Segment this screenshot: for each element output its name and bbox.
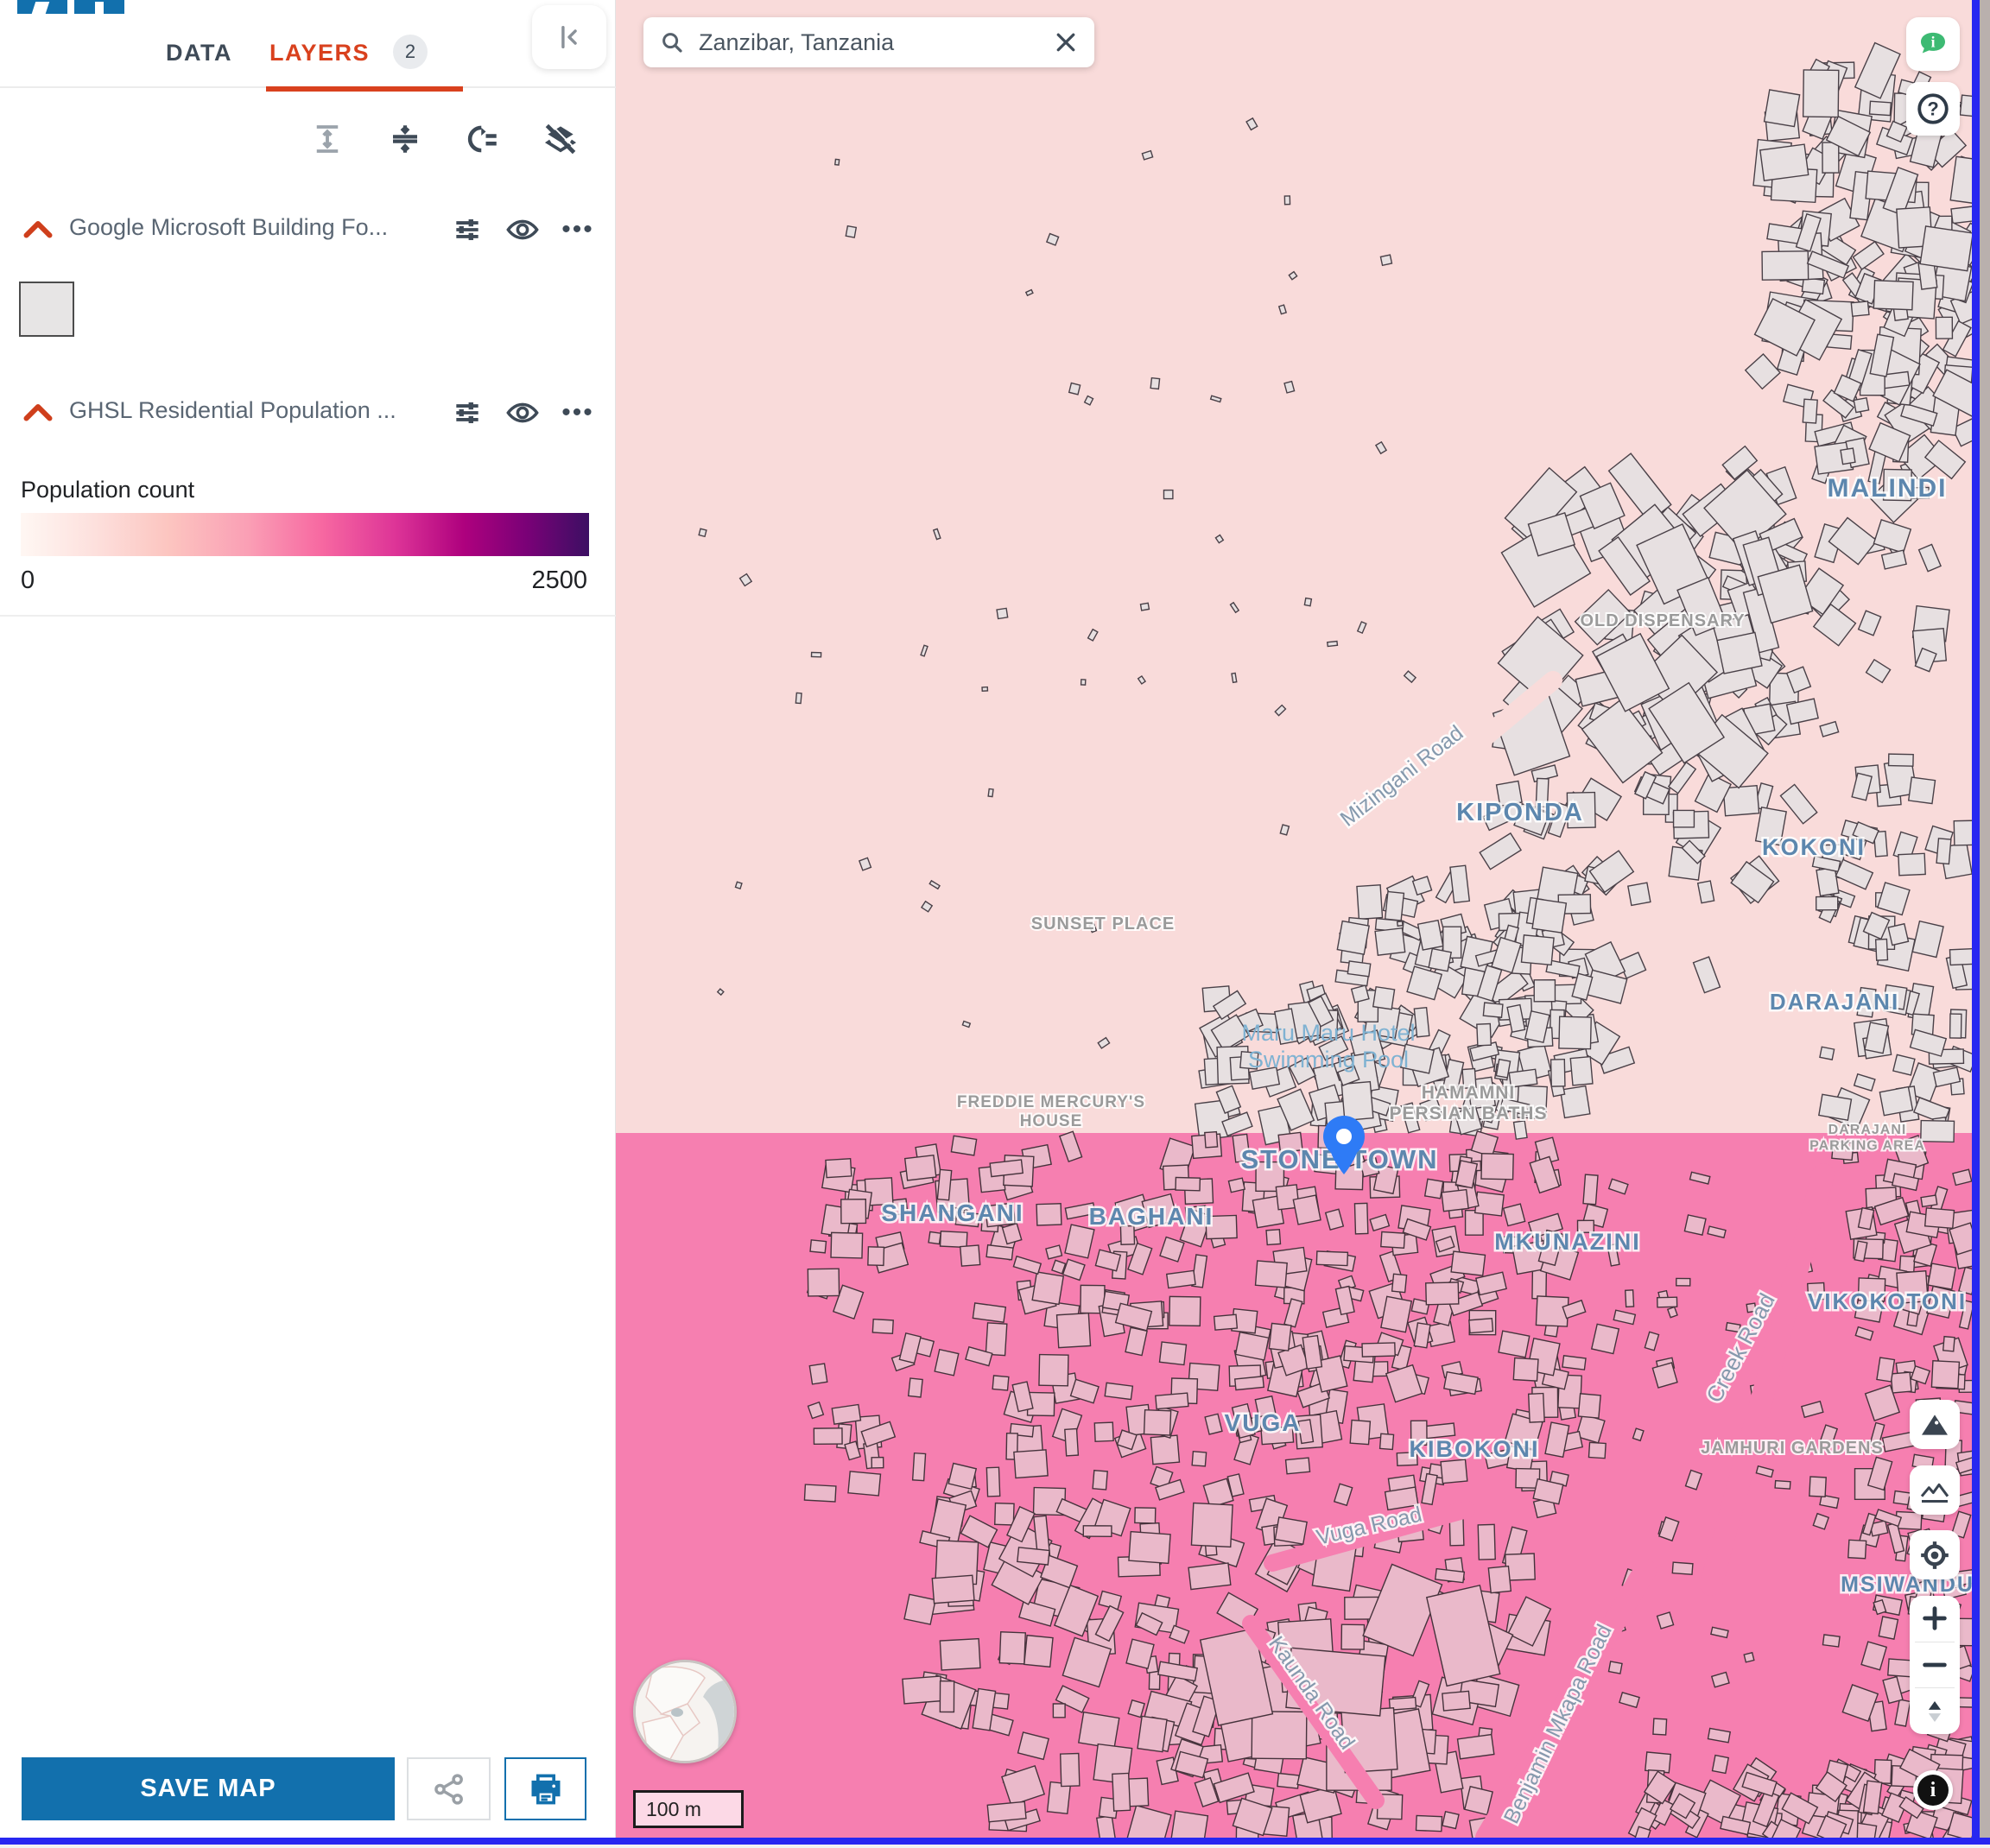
left-panel: DATA LAYERS 2 bbox=[0, 0, 616, 1838]
map-label: SUNSET PLACE bbox=[1031, 915, 1175, 933]
svg-text:i: i bbox=[1931, 34, 1936, 51]
layer-settings-button[interactable] bbox=[448, 394, 486, 432]
pitch-toggle-button[interactable] bbox=[1910, 1688, 1960, 1734]
window-edge-right bbox=[1972, 0, 1980, 1848]
map-search-box bbox=[643, 17, 1094, 67]
map-canvas[interactable]: MALINDIOLD DISPENSARYKIPONDAKOKONIMizing… bbox=[616, 0, 1972, 1838]
map-label: KIBOKONI bbox=[1410, 1436, 1540, 1462]
collapse-panel-button[interactable] bbox=[532, 5, 606, 69]
eye-icon bbox=[504, 395, 541, 431]
collapse-all-legends-button[interactable] bbox=[385, 119, 425, 159]
pitch-arrows-icon bbox=[1920, 1697, 1949, 1726]
svg-text:?: ? bbox=[1927, 98, 1938, 119]
save-map-button[interactable]: SAVE MAP bbox=[22, 1757, 395, 1820]
mountain-filled-icon bbox=[1917, 1408, 1952, 1442]
feedback-chat-button[interactable]: i bbox=[1906, 17, 1960, 71]
clear-search-button[interactable] bbox=[1053, 29, 1079, 55]
reorder-layers-icon bbox=[465, 121, 501, 157]
layer-more-options-button[interactable]: ••• bbox=[559, 394, 597, 432]
reorder-layers-button[interactable] bbox=[463, 119, 503, 159]
window-edge-bottom bbox=[0, 1838, 1990, 1845]
plus-icon bbox=[1920, 1604, 1949, 1633]
ellipsis-icon: ••• bbox=[561, 408, 594, 417]
map-label: KIPONDA bbox=[1456, 799, 1584, 826]
search-icon bbox=[659, 29, 685, 55]
printer-icon bbox=[527, 1770, 565, 1808]
eye-icon bbox=[504, 212, 541, 248]
sliders-icon bbox=[451, 396, 484, 429]
scale-label: 100 m bbox=[646, 1798, 701, 1821]
logo-square-1 bbox=[17, 0, 67, 14]
search-input[interactable] bbox=[697, 28, 1053, 57]
map-label: MALINDI bbox=[1828, 474, 1948, 503]
active-tab-underline bbox=[266, 86, 463, 92]
ellipsis-icon: ••• bbox=[561, 225, 594, 234]
map-label: DARAJANI bbox=[1770, 989, 1899, 1015]
zoom-controls bbox=[1910, 1596, 1960, 1734]
logo-square-2 bbox=[74, 0, 124, 14]
map-label: VUGA bbox=[1225, 1409, 1302, 1436]
layer-more-options-button[interactable]: ••• bbox=[559, 211, 597, 249]
zoom-in-button[interactable] bbox=[1910, 1596, 1960, 1642]
map-label: JAMHURI GARDENS bbox=[1701, 1439, 1884, 1458]
layer-visibility-button[interactable] bbox=[504, 211, 542, 249]
basemap-svg: MALINDIOLD DISPENSARYKIPONDAKOKONIMizing… bbox=[616, 0, 1972, 1838]
panel-tabs: DATA LAYERS 2 bbox=[0, 24, 616, 88]
window-edge-bottom-white bbox=[0, 1845, 1990, 1848]
map-label: MKUNAZINI bbox=[1494, 1229, 1640, 1255]
share-icon bbox=[431, 1771, 467, 1807]
layers-off-icon bbox=[542, 120, 580, 158]
collapse-legend-chevron-icon[interactable] bbox=[22, 399, 54, 425]
app-logo[interactable] bbox=[17, 0, 124, 14]
locate-me-button[interactable] bbox=[1910, 1530, 1960, 1579]
help-button[interactable]: ? bbox=[1906, 82, 1960, 136]
scale-bar: 100 m bbox=[633, 1790, 744, 1828]
map-label: BAGHANI bbox=[1089, 1203, 1214, 1230]
layer-title: GHSL Residential Population ... bbox=[69, 397, 396, 424]
tab-data[interactable]: DATA bbox=[166, 40, 232, 66]
mountains-outline-icon bbox=[1917, 1473, 1952, 1508]
close-icon bbox=[1053, 29, 1079, 55]
collapse-legends-icon bbox=[387, 121, 423, 157]
layers-toolbar bbox=[307, 119, 580, 159]
map-label: Maru Maru HotelSwimming Pool bbox=[1241, 1020, 1415, 1073]
basemap-style-button[interactable] bbox=[1910, 1400, 1960, 1449]
overview-globe[interactable] bbox=[633, 1660, 737, 1763]
print-map-button[interactable] bbox=[504, 1757, 586, 1820]
question-icon: ? bbox=[1915, 91, 1951, 127]
locate-icon bbox=[1917, 1538, 1952, 1573]
layer-settings-button[interactable] bbox=[448, 211, 486, 249]
expand-all-legends-button[interactable] bbox=[307, 119, 347, 159]
collapse-legend-chevron-icon[interactable] bbox=[22, 216, 54, 242]
layers-count-badge: 2 bbox=[393, 35, 428, 69]
expand-legends-icon bbox=[309, 121, 345, 157]
share-map-button[interactable] bbox=[407, 1757, 491, 1820]
layer-title: Google Microsoft Building Fo... bbox=[69, 214, 388, 241]
tab-layers[interactable]: LAYERS bbox=[269, 40, 370, 66]
layer-visibility-button[interactable] bbox=[504, 394, 542, 432]
map-label: KOKONI bbox=[1762, 834, 1866, 860]
map-label: VIKOKOTONI bbox=[1808, 1288, 1967, 1314]
layer-row-buildings[interactable]: Google Microsoft Building Fo... bbox=[0, 207, 616, 256]
map-label: OLD DISPENSARY bbox=[1580, 611, 1745, 630]
legend-min-value: 0 bbox=[21, 566, 35, 595]
info-icon: i bbox=[1917, 1775, 1949, 1806]
population-gradient-legend bbox=[21, 513, 589, 556]
window-edge-gray bbox=[1980, 0, 1990, 1848]
map-label: SHANGANI bbox=[881, 1199, 1024, 1226]
buildings-legend-swatch bbox=[19, 282, 74, 337]
divider bbox=[0, 615, 616, 617]
minus-icon bbox=[1920, 1650, 1949, 1680]
attribution-button[interactable]: i bbox=[1913, 1770, 1953, 1810]
legend-title: Population count bbox=[21, 477, 194, 503]
terrain-style-button[interactable] bbox=[1910, 1465, 1960, 1515]
collapse-left-icon bbox=[555, 22, 584, 52]
app-window: DATA LAYERS 2 bbox=[0, 0, 1990, 1848]
sliders-icon bbox=[451, 213, 484, 246]
zoom-out-button[interactable] bbox=[1910, 1642, 1960, 1688]
legend-max-value: 2500 bbox=[531, 566, 587, 595]
layer-row-population[interactable]: GHSL Residential Population ... bbox=[0, 390, 616, 439]
hide-all-layers-button[interactable] bbox=[541, 119, 580, 159]
chat-info-icon: i bbox=[1915, 26, 1951, 62]
